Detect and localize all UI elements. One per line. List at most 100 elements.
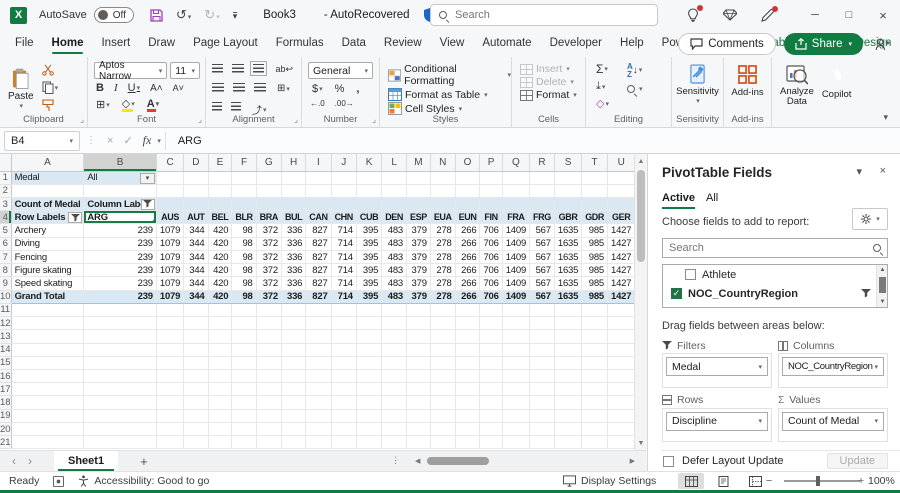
cell-O7[interactable]: 266 (455, 250, 481, 265)
cell-N15[interactable] (430, 356, 456, 371)
cell-B18[interactable] (83, 395, 157, 410)
cell-K17[interactable] (356, 382, 383, 397)
cell-D9[interactable]: 344 (183, 276, 209, 291)
redo-icon[interactable]: ↻▾ (204, 7, 219, 23)
cell-L10[interactable]: 483 (381, 289, 407, 304)
cell-T7[interactable]: 985 (581, 250, 609, 265)
cell-D3[interactable] (183, 197, 209, 212)
cell-A2[interactable] (11, 184, 85, 198)
cell-B1[interactable]: All ▾ (83, 171, 157, 185)
cell-N14[interactable] (430, 343, 456, 357)
increase-decimal-button[interactable]: ←.0 (310, 99, 325, 108)
cell-I6[interactable]: 827 (305, 237, 332, 251)
cell-N10[interactable]: 278 (430, 289, 456, 304)
scroll-down-icon[interactable]: ▼ (635, 437, 647, 449)
cell-R5[interactable]: 567 (529, 223, 555, 238)
cell-U2[interactable] (607, 184, 634, 198)
cell-F1[interactable] (231, 171, 257, 185)
cell-E3[interactable] (208, 197, 233, 212)
row-header-15[interactable]: 15 (0, 356, 12, 371)
cell-T13[interactable] (581, 329, 609, 344)
cell-Q3[interactable] (502, 197, 531, 212)
cell-A7[interactable]: Fencing (11, 250, 85, 265)
next-sheet-icon[interactable]: › (28, 454, 32, 468)
cell-L4[interactable]: DEN (381, 210, 407, 225)
cell-E6[interactable]: 420 (208, 237, 233, 251)
cell-D5[interactable]: 344 (183, 223, 209, 238)
cell-R11[interactable] (529, 303, 555, 318)
prev-sheet-icon[interactable]: ‹ (12, 454, 16, 468)
cell-G9[interactable]: 372 (256, 276, 282, 291)
align-center-icon[interactable] (233, 83, 245, 92)
cell-L14[interactable] (381, 343, 407, 357)
cell-U10[interactable]: 1427 (607, 289, 634, 304)
cell-Q16[interactable] (502, 369, 531, 384)
cell-S6[interactable]: 1635 (554, 237, 583, 251)
cell-Q18[interactable] (502, 395, 531, 410)
cell-H15[interactable] (281, 356, 307, 371)
ribbon-tab-file[interactable]: File (6, 31, 43, 56)
cell-T21[interactable] (581, 435, 609, 450)
cell-H13[interactable] (281, 329, 307, 344)
cell-U13[interactable] (607, 329, 634, 344)
people-icon[interactable] (875, 38, 890, 51)
cell-O21[interactable] (455, 435, 481, 450)
cell-A6[interactable]: Diving (11, 237, 85, 251)
cell-H14[interactable] (281, 343, 307, 357)
cell-I14[interactable] (305, 343, 332, 357)
ribbon-tab-insert[interactable]: Insert (92, 31, 139, 56)
cell-J17[interactable] (331, 382, 357, 397)
cell-K3[interactable] (356, 197, 383, 212)
cell-U8[interactable]: 1427 (607, 263, 634, 278)
cell-F9[interactable]: 98 (231, 276, 257, 291)
cell-D17[interactable] (183, 382, 209, 397)
cell-B6[interactable]: 239 (83, 237, 157, 251)
cell-E8[interactable]: 420 (208, 263, 233, 278)
cell-J1[interactable] (331, 171, 357, 185)
cell-K21[interactable] (356, 435, 383, 450)
cell-R13[interactable] (529, 329, 555, 344)
cell-M10[interactable]: 379 (406, 289, 431, 304)
cell-U11[interactable] (607, 303, 634, 318)
cell-T5[interactable]: 985 (581, 223, 609, 238)
cell-S14[interactable] (554, 343, 583, 357)
column-header-F[interactable]: F (231, 154, 257, 172)
cell-J21[interactable] (331, 435, 357, 450)
cell-F5[interactable]: 98 (231, 223, 257, 238)
cell-M20[interactable] (406, 422, 431, 437)
cell-K15[interactable] (356, 356, 383, 371)
cell-O11[interactable] (455, 303, 481, 318)
cut-button[interactable] (42, 64, 59, 76)
cell-D14[interactable] (183, 343, 209, 357)
cell-Q14[interactable] (502, 343, 531, 357)
cell-E15[interactable] (208, 356, 233, 371)
cell-B2[interactable] (83, 184, 157, 198)
font-dialog-launcher[interactable]: ⌟ (198, 115, 202, 124)
defer-layout-checkbox[interactable] (663, 455, 674, 467)
cell-J8[interactable]: 714 (331, 263, 357, 278)
column-header-M[interactable]: M (406, 154, 431, 172)
cell-T4[interactable]: GDR (581, 210, 609, 225)
column-header-P[interactable]: P (479, 154, 503, 172)
sensitivity-button[interactable]: Sensitivity ▾ (672, 57, 723, 105)
cell-N11[interactable] (430, 303, 456, 318)
column-header-S[interactable]: S (554, 154, 583, 172)
cell-K19[interactable] (356, 409, 383, 423)
cell-S12[interactable] (554, 316, 583, 331)
cell-K6[interactable]: 395 (356, 237, 383, 251)
page-layout-view-button[interactable] (710, 473, 736, 489)
cell-B12[interactable] (83, 316, 157, 331)
editing-mode-icon[interactable] (761, 5, 778, 22)
cell-O5[interactable]: 266 (455, 223, 481, 238)
cell-C13[interactable] (156, 329, 185, 344)
cell-R16[interactable] (529, 369, 555, 384)
conditional-formatting-button[interactable]: Conditional Formatting ▾ (388, 63, 511, 87)
cell-O2[interactable] (455, 184, 481, 198)
cell-P19[interactable] (479, 409, 503, 423)
field-list-scroll-up-icon[interactable]: ▲ (877, 265, 887, 275)
row-header-18[interactable]: 18 (0, 395, 12, 410)
column-header-G[interactable]: G (256, 154, 282, 172)
cell-C3[interactable] (156, 197, 185, 212)
cell-I1[interactable] (305, 171, 332, 185)
cell-D19[interactable] (183, 409, 209, 423)
